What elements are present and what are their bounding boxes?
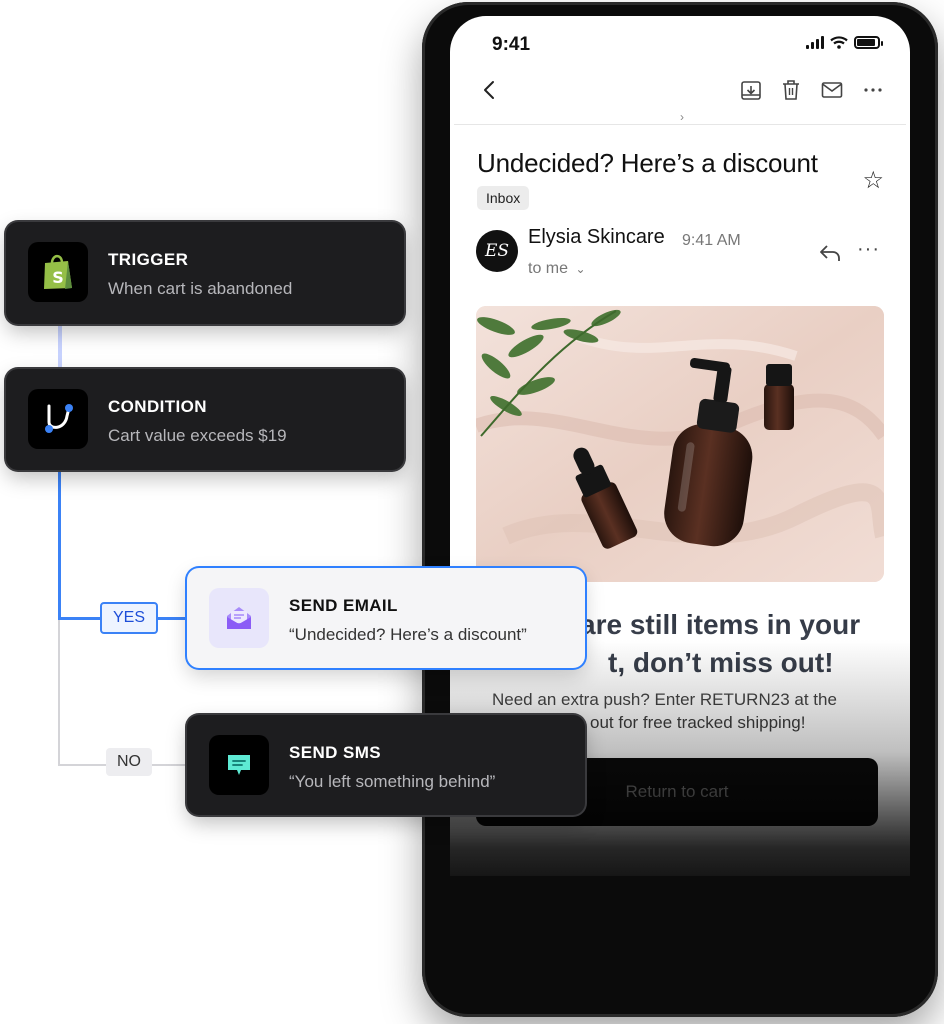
status-time: 9:41 bbox=[492, 34, 531, 55]
reply-icon[interactable] bbox=[818, 242, 842, 264]
send-email-subtitle: “Undecided? Here’s a discount” bbox=[289, 625, 527, 644]
trigger-card[interactable]: S TRIGGER When cart is abandoned bbox=[6, 222, 404, 324]
send-sms-subtitle: “You left something behind” bbox=[289, 772, 496, 791]
yes-branch-badge: YES bbox=[100, 602, 159, 634]
body-line-1: Need an extra push? Enter RETURN23 at th… bbox=[492, 690, 837, 709]
email-subject: Undecided? Here’s a discount bbox=[477, 148, 818, 178]
product-hero-image bbox=[476, 306, 884, 582]
condition-card[interactable]: CONDITION Cart value exceeds $19 bbox=[6, 369, 404, 470]
wifi-icon bbox=[830, 36, 848, 49]
expand-chevron-icon[interactable]: › bbox=[680, 110, 684, 124]
connector-condition-down bbox=[58, 470, 61, 620]
more-horizontal-icon[interactable] bbox=[862, 78, 884, 102]
condition-title: CONDITION bbox=[108, 397, 207, 416]
send-sms-icon-box bbox=[209, 735, 269, 795]
condition-icon-box bbox=[28, 389, 88, 449]
open-envelope-icon bbox=[227, 607, 251, 629]
send-sms-card[interactable]: SEND SMS “You left something behind” bbox=[187, 715, 585, 815]
trigger-icon-box: S bbox=[28, 242, 88, 302]
toolbar-divider bbox=[454, 124, 906, 125]
condition-subtitle: Cart value exceeds $19 bbox=[108, 426, 287, 445]
sender-time: 9:41 AM bbox=[682, 232, 741, 249]
back-chevron-icon[interactable] bbox=[478, 78, 502, 102]
chat-bubble-icon bbox=[228, 755, 250, 775]
connector-no-vertical bbox=[58, 620, 60, 766]
folder-tag[interactable]: Inbox bbox=[477, 186, 530, 210]
trigger-title: TRIGGER bbox=[108, 250, 189, 269]
send-email-icon-box bbox=[209, 588, 269, 648]
star-icon[interactable]: ☆ bbox=[862, 166, 884, 195]
battery-icon bbox=[854, 36, 883, 49]
cellular-signal-icon bbox=[806, 36, 824, 49]
sender-more-icon[interactable]: ··· bbox=[857, 238, 880, 261]
send-email-card[interactable]: SEND EMAIL “Undecided? Here’s a discount… bbox=[187, 568, 585, 668]
recipient-toggle[interactable]: to me ⌄ bbox=[528, 260, 586, 278]
trigger-subtitle: When cart is abandoned bbox=[108, 279, 293, 298]
no-branch-badge: NO bbox=[106, 748, 152, 776]
sender-name: Elysia Skincare bbox=[528, 226, 665, 248]
body-line-2: out for free tracked shipping! bbox=[590, 713, 806, 732]
connector-trigger-condition bbox=[58, 324, 62, 370]
branch-icon bbox=[45, 404, 73, 433]
sender-avatar: ES bbox=[476, 230, 518, 272]
archive-icon[interactable] bbox=[740, 78, 762, 102]
trash-icon[interactable] bbox=[780, 78, 802, 102]
svg-text:S: S bbox=[52, 268, 64, 287]
headline-line-1: are still items in your bbox=[580, 609, 861, 640]
email-toolbar: › bbox=[450, 76, 910, 126]
shopify-bag-icon: S bbox=[44, 254, 72, 289]
status-icons bbox=[806, 36, 883, 49]
mail-icon[interactable] bbox=[820, 78, 844, 102]
headline-line-2: t, don’t miss out! bbox=[608, 647, 834, 678]
chevron-down-icon: ⌄ bbox=[575, 262, 586, 276]
send-email-title: SEND EMAIL bbox=[289, 596, 398, 615]
send-sms-title: SEND SMS bbox=[289, 743, 381, 762]
recipient-label: to me bbox=[528, 260, 569, 277]
